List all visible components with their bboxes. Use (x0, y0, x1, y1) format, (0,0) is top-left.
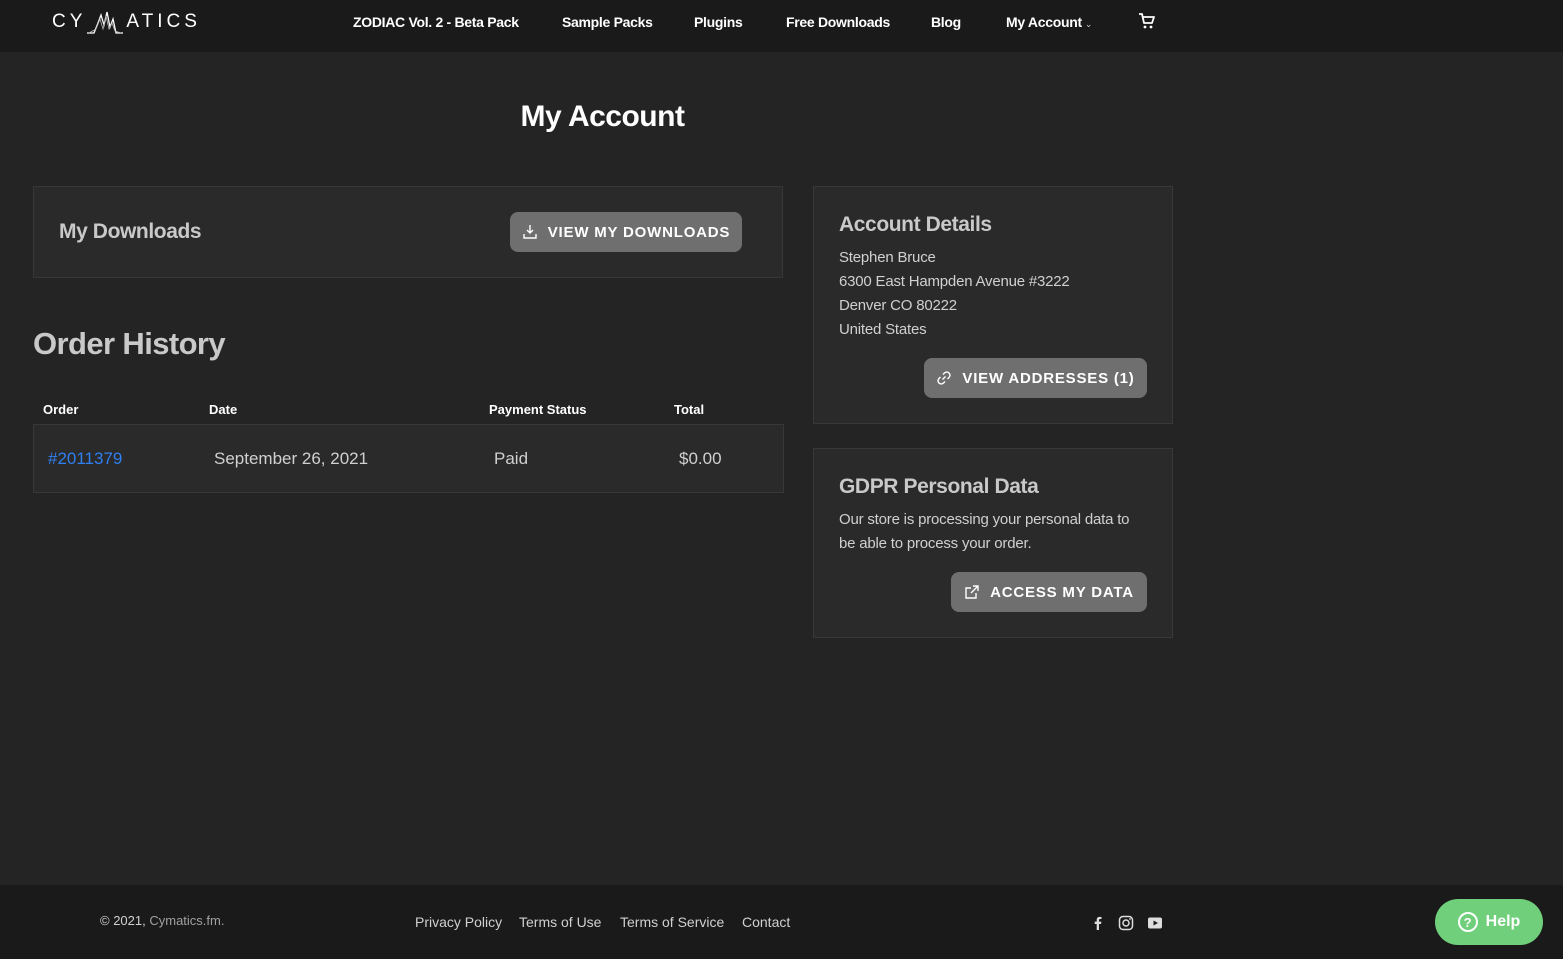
footer-link-terms-of-use[interactable]: Terms of Use (519, 914, 601, 930)
downloads-card: My Downloads VIEW MY DOWNLOADS (33, 186, 783, 278)
gdpr-heading: GDPR Personal Data (839, 475, 1039, 498)
external-link-icon (965, 585, 979, 599)
column-header-date: Date (209, 402, 238, 417)
question-icon: ? (1457, 912, 1478, 932)
nav-free-downloads[interactable]: Free Downloads (786, 12, 890, 32)
column-header-payment-status: Payment Status (489, 402, 587, 417)
column-header-total: Total (674, 402, 705, 417)
downloads-heading: My Downloads (59, 220, 202, 243)
order-number-link[interactable]: #2011379 (48, 449, 122, 469)
gdpr-text-line-1: Our store is processing your personal da… (839, 511, 1130, 528)
logo-text-right: ATICS (126, 11, 201, 32)
access-my-data-button[interactable]: ACCESS MY DATA (951, 572, 1147, 612)
order-date: September 26, 2021 (214, 449, 369, 468)
copyright-site: Cymatics.fm. (149, 913, 225, 928)
help-label: Help (1485, 913, 1521, 930)
nav-my-account[interactable]: My Account ⌄ (1006, 12, 1092, 32)
gdpr-text-line-2: be able to process your order. (839, 535, 1032, 552)
copyright: © 2021, Cymatics.fm. (100, 913, 224, 928)
cart-icon[interactable] (1138, 12, 1156, 30)
access-my-data-label: ACCESS MY DATA (990, 583, 1134, 601)
table-row: #2011379 September 26, 2021 Paid $0.00 (33, 424, 784, 493)
nav-plugins[interactable]: Plugins (694, 12, 743, 32)
cymatics-logo[interactable]: CY ATICS (52, 8, 201, 36)
account-address-street: 6300 East Hampden Avenue #3222 (839, 273, 1070, 290)
view-addresses-button[interactable]: VIEW ADDRESSES (1) (924, 358, 1147, 398)
logo-text-left: CY (52, 11, 87, 32)
view-addresses-label: VIEW ADDRESSES (1) (962, 369, 1135, 387)
nav-my-account-label: My Account (1006, 14, 1082, 30)
nav-zodiac[interactable]: ZODIAC Vol. 2 - Beta Pack (353, 12, 519, 32)
account-details-heading: Account Details (839, 213, 992, 236)
footer-link-terms-of-service[interactable]: Terms of Service (620, 914, 724, 930)
page-title: My Account (520, 100, 685, 133)
link-icon (937, 371, 951, 385)
copyright-prefix: © 2021, (100, 913, 146, 928)
nav-blog[interactable]: Blog (931, 12, 961, 32)
instagram-icon[interactable] (1118, 915, 1134, 931)
account-address-country: United States (839, 321, 927, 338)
logo-wave-icon (87, 11, 124, 34)
facebook-icon[interactable] (1090, 915, 1106, 931)
order-history-heading: Order History (33, 326, 226, 361)
view-downloads-label: VIEW MY DOWNLOADS (547, 223, 731, 241)
footer: © 2021, Cymatics.fm. Privacy Policy Term… (0, 885, 1563, 959)
order-payment-status: Paid (494, 449, 529, 468)
column-header-order: Order (43, 402, 79, 417)
nav-sample-packs[interactable]: Sample Packs (562, 12, 653, 32)
gdpr-card: GDPR Personal Data Our store is processi… (813, 448, 1173, 638)
footer-link-privacy-policy[interactable]: Privacy Policy (415, 914, 502, 930)
top-navigation-bar: CY ATICS ZODIAC Vol. 2 - Beta Pack Sampl… (0, 0, 1563, 52)
account-details-card: Account Details Stephen Bruce 6300 East … (813, 186, 1173, 424)
youtube-icon[interactable] (1147, 915, 1163, 931)
help-button[interactable]: ? Help (1435, 899, 1543, 945)
account-name: Stephen Bruce (839, 249, 936, 266)
footer-link-contact[interactable]: Contact (742, 914, 790, 930)
order-total: $0.00 (679, 449, 722, 468)
view-downloads-button[interactable]: VIEW MY DOWNLOADS (510, 212, 742, 252)
account-address-city: Denver CO 80222 (839, 297, 957, 314)
chevron-down-icon: ⌄ (1084, 19, 1093, 29)
download-icon (523, 225, 537, 239)
